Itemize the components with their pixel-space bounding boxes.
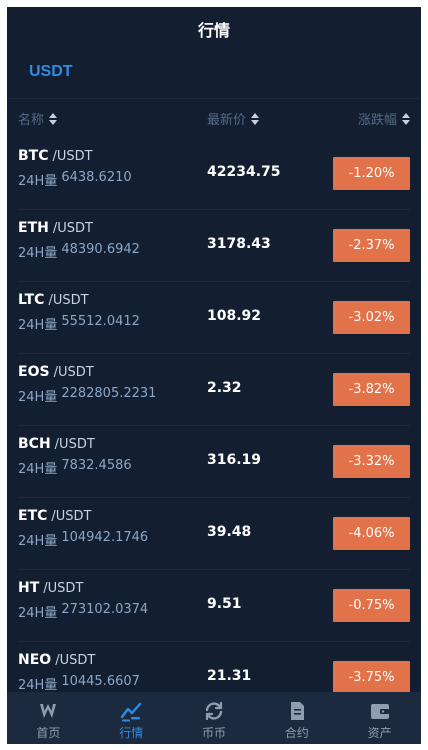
contract-icon: [290, 702, 304, 720]
volume-label: 24H量: [18, 606, 58, 621]
coin-quote: /USDT: [51, 509, 92, 524]
volume-value: 104942.1746: [61, 530, 149, 545]
tab-contract[interactable]: 合约: [255, 692, 338, 744]
change-badge: -4.06%: [333, 517, 410, 550]
tab-label: 合约: [284, 726, 309, 740]
sort-icon: [251, 112, 260, 125]
change-badge: -3.32%: [333, 445, 410, 478]
coin-quote: /USDT: [53, 365, 94, 380]
volume-label: 24H量: [18, 390, 58, 405]
change-badge: -2.37%: [333, 229, 410, 262]
tab-label: 行情: [119, 726, 144, 740]
home-logo-icon: [40, 704, 57, 718]
market-chart-icon: [120, 702, 142, 722]
column-label-change: 涨跌幅: [357, 113, 397, 128]
coin-symbol: BTC: [18, 148, 49, 164]
coin-symbol: ETH: [18, 220, 49, 236]
volume-label: 24H量: [18, 174, 58, 189]
market-row-eth[interactable]: ETH /USDT 24H量 48390.6942 3178.43 -2.37%: [7, 210, 421, 282]
coin-quote: /USDT: [55, 653, 96, 668]
last-price: 108.92: [207, 308, 262, 324]
volume-label: 24H量: [18, 462, 58, 477]
volume-label: 24H量: [18, 534, 58, 549]
coin-quote: /USDT: [52, 149, 93, 164]
volume-value: 10445.6607: [61, 674, 140, 689]
sort-icon: [49, 112, 58, 125]
last-price: 3178.43: [207, 236, 271, 252]
change-badge: -3.75%: [333, 661, 410, 694]
tab-usdt[interactable]: USDT: [29, 63, 73, 81]
tab-home[interactable]: 首页: [7, 692, 90, 744]
change-badge: -0.75%: [333, 589, 410, 622]
volume-value: 6438.6210: [61, 170, 132, 185]
last-price: 42234.75: [207, 164, 281, 180]
tab-assets[interactable]: 资产: [338, 692, 421, 744]
market-row-eos[interactable]: EOS /USDT 24H量 2282805.2231 2.32 -3.82%: [7, 354, 421, 426]
header: 行情: [7, 7, 421, 51]
market-row-ht[interactable]: HT /USDT 24H量 273102.0374 9.51 -0.75%: [7, 570, 421, 642]
market-row-ltc[interactable]: LTC /USDT 24H量 55512.0412 108.92 -3.02%: [7, 282, 421, 354]
coin-symbol: NEO: [18, 652, 52, 668]
coin-quote: /USDT: [52, 221, 93, 236]
last-price: 9.51: [207, 596, 242, 612]
volume-value: 273102.0374: [61, 602, 149, 617]
coin-symbol: ETC: [18, 508, 48, 524]
volume-label: 24H量: [18, 678, 58, 693]
volume-label: 24H量: [18, 318, 58, 333]
tab-market[interactable]: 行情: [90, 692, 173, 744]
market-row-etc[interactable]: ETC /USDT 24H量 104942.1746 39.48 -4.06%: [7, 498, 421, 570]
wallet-icon: [370, 704, 389, 719]
change-badge: -3.82%: [333, 373, 410, 406]
exchange-icon: [205, 701, 223, 721]
bottom-tab-bar: 首页 行情 币币 合约 资产: [7, 692, 421, 744]
market-row-bch[interactable]: BCH /USDT 24H量 7832.4586 316.19 -3.32%: [7, 426, 421, 498]
tab-label: 首页: [36, 726, 61, 740]
coin-symbol: BCH: [18, 436, 51, 452]
coin-symbol: HT: [18, 580, 40, 596]
tab-label: 币币: [201, 726, 226, 740]
market-row-btc[interactable]: BTC /USDT 24H量 6438.6210 42234.75 -1.20%: [7, 138, 421, 210]
coin-symbol: EOS: [18, 364, 50, 380]
page-title: 行情: [197, 21, 230, 40]
divider: [7, 98, 421, 99]
app-screen: 行情 USDT 名称 最新价 涨跌幅 BTC /USDT 24H量 6438.6…: [7, 7, 421, 744]
change-badge: -1.20%: [333, 157, 410, 190]
volume-value: 48390.6942: [61, 242, 140, 257]
coin-quote: /USDT: [43, 581, 84, 596]
sort-change-header[interactable]: 涨跌幅: [358, 109, 410, 128]
last-price: 2.32: [207, 380, 242, 396]
coin-quote: /USDT: [48, 293, 89, 308]
last-price: 39.48: [207, 524, 252, 540]
market-list: BTC /USDT 24H量 6438.6210 42234.75 -1.20%…: [7, 138, 421, 714]
sort-price-header[interactable]: 最新价: [207, 109, 260, 128]
last-price: 21.31: [207, 668, 252, 684]
column-label-price: 最新价: [207, 113, 247, 128]
sort-icon: [402, 112, 410, 125]
tab-label: 资产: [367, 726, 392, 740]
column-label-name: 名称: [18, 113, 45, 128]
sort-name-header[interactable]: 名称: [18, 109, 58, 128]
coin-symbol: LTC: [18, 292, 45, 308]
volume-value: 2282805.2231: [61, 386, 157, 401]
last-price: 316.19: [207, 452, 262, 468]
coin-quote: /USDT: [54, 437, 95, 452]
change-badge: -3.02%: [333, 301, 410, 334]
volume-value: 55512.0412: [61, 314, 140, 329]
volume-value: 7832.4586: [61, 458, 132, 473]
tab-exchange[interactable]: 币币: [173, 692, 256, 744]
volume-label: 24H量: [18, 246, 58, 261]
